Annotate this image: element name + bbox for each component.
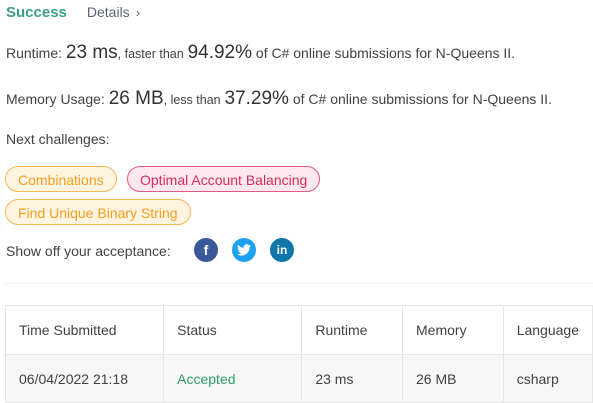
col-runtime[interactable]: Runtime xyxy=(301,305,404,355)
memory-label: Memory Usage: xyxy=(6,91,105,107)
facebook-icon[interactable]: f xyxy=(194,238,218,262)
result-header: Success Details › xyxy=(6,4,140,21)
memory-stat: Memory Usage: 26 MB, less than 37.29% of… xyxy=(6,88,552,110)
col-status[interactable]: Status xyxy=(163,305,303,355)
submissions-table: Time Submitted Status Runtime Memory Lan… xyxy=(4,305,593,403)
runtime-mid: , faster than xyxy=(117,47,184,61)
runtime-value: 23 ms xyxy=(65,42,118,63)
runtime-stat: Runtime: 23 ms, faster than 94.92% of C#… xyxy=(6,42,515,64)
col-language[interactable]: Language xyxy=(502,305,593,355)
next-challenges-label: Next challenges: xyxy=(6,131,110,147)
cell-status-accepted[interactable]: Accepted xyxy=(163,354,303,403)
cell-memory: 26 MB xyxy=(402,354,504,403)
memory-percent: 37.29% xyxy=(224,88,289,109)
cell-time-submitted: 06/04/2022 21:18 xyxy=(4,354,165,403)
runtime-label: Runtime: xyxy=(6,45,63,61)
twitter-bird-glyph xyxy=(237,244,251,256)
cell-runtime: 23 ms xyxy=(301,354,404,403)
runtime-tail: of C# online submissions for N-Queens II… xyxy=(255,45,516,61)
challenge-tag-optimal-account-balancing[interactable]: Optimal Account Balancing xyxy=(127,166,321,192)
twitter-icon[interactable] xyxy=(232,238,256,262)
memory-tail: of C# online submissions for N-Queens II… xyxy=(292,91,552,107)
status-success: Success xyxy=(6,4,67,21)
share-label: Show off your acceptance: xyxy=(6,243,171,259)
details-label: Details xyxy=(86,4,130,20)
col-time-submitted[interactable]: Time Submitted xyxy=(4,305,165,355)
memory-mid: , less than xyxy=(163,93,221,107)
table-header-row: Time Submitted Status Runtime Memory Lan… xyxy=(4,305,593,355)
table-row[interactable]: 06/04/2022 21:18 Accepted 23 ms 26 MB cs… xyxy=(4,354,593,403)
col-memory[interactable]: Memory xyxy=(402,305,504,355)
runtime-percent: 94.92% xyxy=(187,42,253,63)
chevron-right-icon: › xyxy=(135,4,141,20)
challenge-tag-find-unique-binary-string[interactable]: Find Unique Binary String xyxy=(5,199,191,225)
details-link[interactable]: Details › xyxy=(87,4,140,20)
memory-value: 26 MB xyxy=(108,88,164,109)
divider xyxy=(6,283,593,284)
challenge-tag-combinations[interactable]: Combinations xyxy=(5,166,117,192)
cell-language: csharp xyxy=(502,354,593,403)
linkedin-icon[interactable]: in xyxy=(270,238,294,262)
